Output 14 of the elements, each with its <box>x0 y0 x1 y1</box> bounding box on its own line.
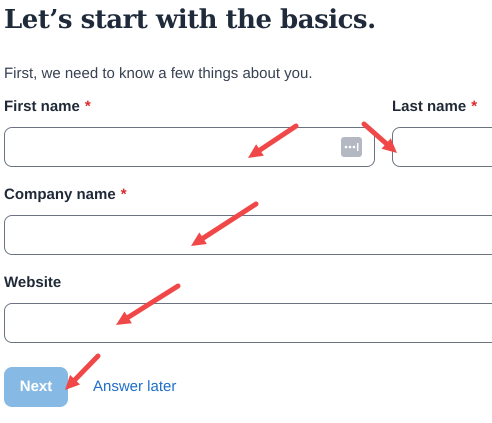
field-label: First name * <box>4 96 91 117</box>
input-field[interactable] <box>4 215 492 255</box>
annotation-arrow <box>191 202 258 246</box>
answer-later-link[interactable]: Answer later <box>93 376 176 398</box>
field-label: Last name * <box>392 96 478 117</box>
page-heading: Let’s start with the basics. <box>4 4 377 37</box>
annotation-arrow <box>362 122 397 153</box>
annotation-arrow <box>116 284 180 325</box>
subtitle: First, we need to know a few things about you. <box>4 64 314 84</box>
input-field[interactable] <box>4 127 375 167</box>
input-field[interactable] <box>4 303 492 343</box>
field-label: Company name * <box>4 184 127 205</box>
field-label: Website <box>4 272 62 293</box>
annotation-arrow <box>248 124 298 158</box>
